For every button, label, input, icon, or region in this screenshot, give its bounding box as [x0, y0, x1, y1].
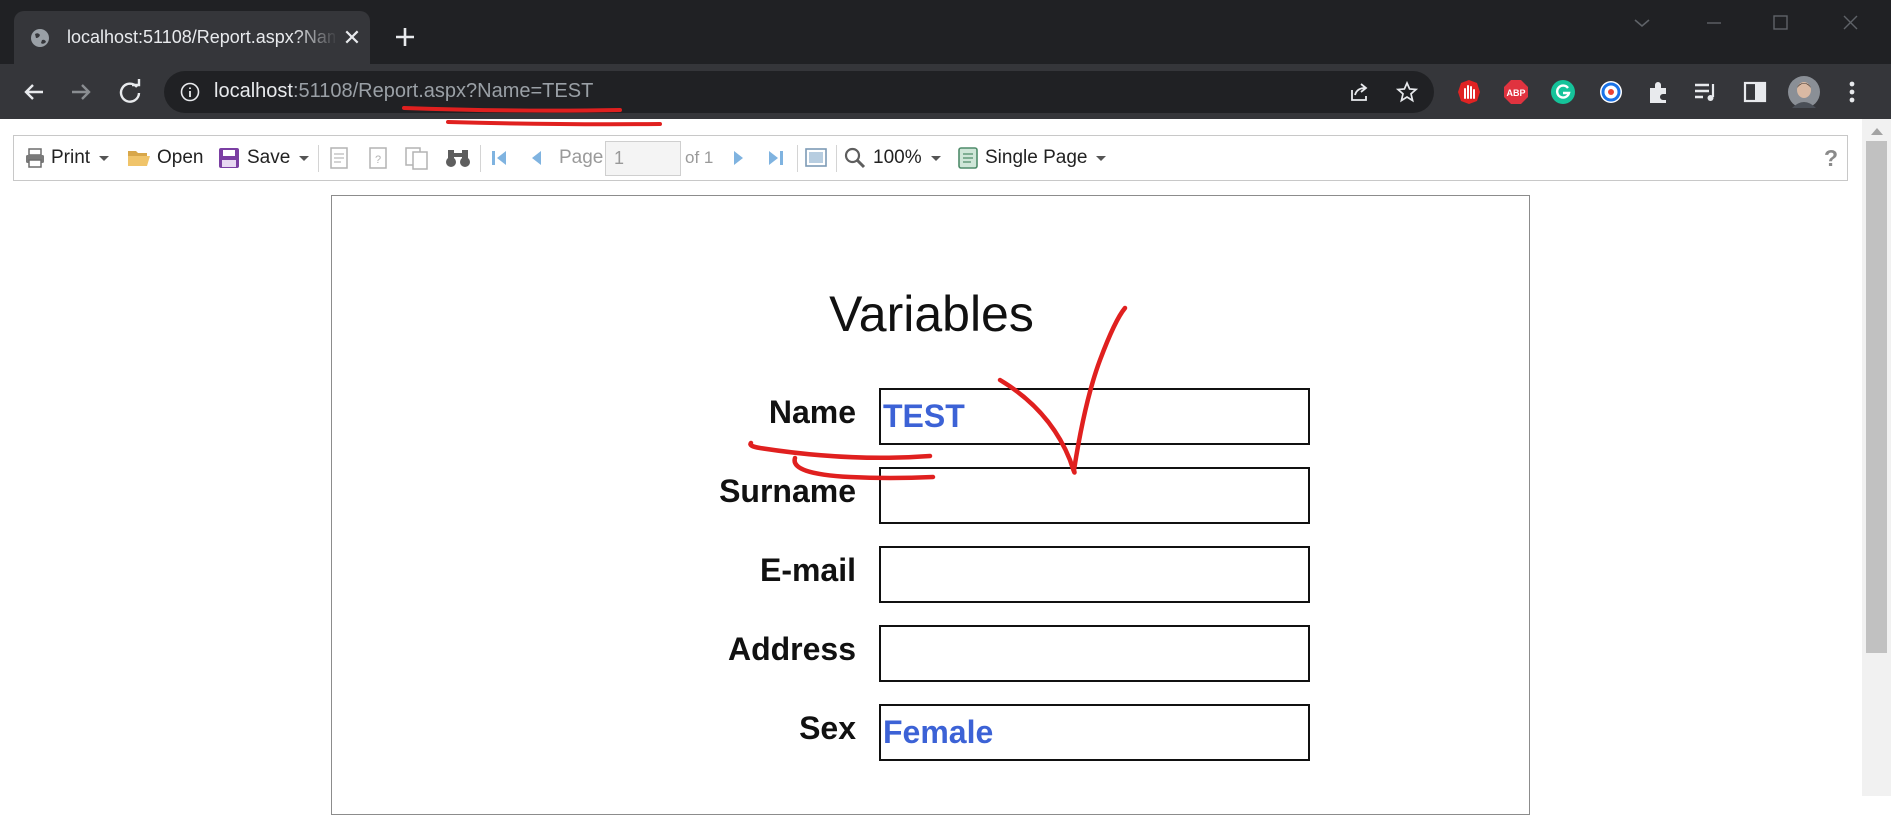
side-panel-icon[interactable]	[1741, 78, 1769, 106]
document-question-icon: ?	[369, 147, 387, 169]
name-label: Name	[768, 394, 856, 430]
next-page-button[interactable]	[729, 136, 747, 180]
print-label: Print	[51, 147, 91, 168]
reload-icon[interactable]	[114, 76, 146, 108]
scrollbar-thumb[interactable]	[1866, 141, 1887, 653]
open-label: Open	[157, 147, 204, 168]
previous-page-icon	[532, 151, 541, 165]
address-label: Address	[727, 631, 856, 667]
stop-hand-extension-icon[interactable]	[1455, 78, 1483, 106]
report-viewer: Print Open Save ? Page 1 of 1 100% Singl…	[0, 119, 1891, 815]
grammarly-extension-icon[interactable]	[1549, 78, 1577, 106]
adblock-extension-icon[interactable]: ABP	[1502, 78, 1530, 106]
view-mode-value: Single Page	[985, 147, 1088, 168]
save-label: Save	[247, 147, 291, 168]
new-tab-icon[interactable]	[388, 20, 422, 54]
parameters-button[interactable]: ?	[367, 136, 389, 180]
info-icon[interactable]	[180, 82, 200, 102]
back-icon[interactable]	[18, 76, 50, 108]
page-label: Page	[559, 147, 604, 168]
folder-icon	[128, 151, 150, 166]
first-page-icon	[492, 151, 506, 165]
vertical-scrollbar[interactable]	[1862, 119, 1891, 796]
url-host: localhost	[214, 80, 293, 102]
report-page: Variables Name TEST Surname E-mail Addre…	[331, 195, 1530, 815]
tab-search-icon[interactable]	[1620, 8, 1664, 38]
globe-icon	[31, 29, 49, 47]
browser-toolbar: localhost:51108/Report.aspx?Name=TEST AB…	[0, 64, 1891, 119]
documents-icon	[405, 147, 428, 170]
help-button[interactable]: ?	[1824, 136, 1838, 180]
print-icon	[26, 148, 44, 168]
name-field: TEST	[879, 388, 1310, 445]
chevron-down-icon	[299, 155, 310, 161]
save-button[interactable]: Save	[218, 136, 310, 180]
menu-icon[interactable]	[1839, 78, 1865, 106]
sex-value: Female	[883, 714, 994, 750]
extensions-icon[interactable]	[1644, 78, 1672, 106]
close-window-icon[interactable]	[1828, 8, 1872, 38]
binoculars-icon	[446, 150, 470, 167]
find-button[interactable]	[445, 136, 471, 180]
scroll-up-icon[interactable]	[1871, 128, 1883, 135]
address-bar[interactable]: localhost:51108/Report.aspx?Name=TEST	[164, 71, 1434, 113]
view-mode-dropdown[interactable]: Single Page	[957, 136, 1107, 180]
page-number-input[interactable]	[605, 141, 681, 176]
single-page-icon	[958, 147, 978, 169]
name-value: TEST	[883, 398, 965, 434]
forward-icon[interactable]	[65, 76, 97, 108]
chevron-down-icon	[99, 155, 110, 161]
sex-field: Female	[879, 704, 1310, 761]
sync-extension-icon[interactable]	[1597, 78, 1625, 106]
toolbar-separator	[797, 145, 798, 172]
share-icon[interactable]	[1348, 80, 1372, 104]
print-button[interactable]: Print	[24, 136, 110, 180]
fullscreen-icon	[805, 148, 827, 167]
tab-title-fade	[294, 25, 338, 51]
toolbar-separator	[318, 145, 319, 172]
maximize-icon[interactable]	[1758, 8, 1802, 38]
chevron-down-icon	[1096, 155, 1107, 161]
chevron-down-icon	[930, 155, 941, 161]
email-field	[879, 546, 1310, 603]
address-field	[879, 625, 1310, 682]
toolbar-separator	[836, 145, 837, 172]
bookmarks-button[interactable]	[328, 136, 350, 180]
fullscreen-button[interactable]	[804, 136, 828, 180]
minimize-icon[interactable]	[1692, 8, 1736, 38]
next-page-icon	[734, 151, 743, 165]
browser-tab[interactable]: localhost:51108/Report.aspx?Name=TEST ✕	[14, 11, 370, 64]
first-page-button[interactable]	[489, 136, 509, 180]
viewer-toolbar: Print Open Save ? Page 1 of 1 100% Singl…	[13, 135, 1848, 181]
star-icon[interactable]	[1395, 80, 1419, 104]
magnifier-icon	[844, 147, 866, 169]
media-controls-icon[interactable]	[1692, 78, 1720, 106]
page-count-label: of 1	[685, 148, 714, 167]
previous-page-button[interactable]	[528, 136, 546, 180]
url-path: :51108/Report.aspx?Name=TEST	[292, 80, 594, 102]
document-icon	[330, 147, 348, 169]
surname-label: Surname	[719, 473, 856, 509]
tab-close-icon[interactable]: ✕	[339, 25, 365, 51]
zoom-value: 100%	[873, 147, 922, 168]
sex-label: Sex	[799, 710, 856, 746]
last-page-icon	[769, 151, 783, 165]
svg-text:?: ?	[375, 154, 381, 166]
surname-field	[879, 467, 1310, 524]
url-text[interactable]: localhost:51108/Report.aspx?Name=TEST	[214, 80, 593, 103]
avatar[interactable]	[1788, 76, 1820, 108]
resources-button[interactable]	[404, 136, 430, 180]
report-title: Variables	[829, 286, 1034, 342]
save-icon	[219, 148, 239, 168]
browser-titlebar: localhost:51108/Report.aspx?Name=TEST ✕	[0, 0, 1891, 64]
last-page-button[interactable]	[766, 136, 786, 180]
email-label: E-mail	[759, 552, 856, 588]
open-button[interactable]: Open	[127, 136, 203, 180]
toolbar-separator	[480, 145, 481, 172]
zoom-dropdown[interactable]: 100%	[843, 136, 941, 180]
svg-text:ABP: ABP	[1506, 88, 1525, 98]
